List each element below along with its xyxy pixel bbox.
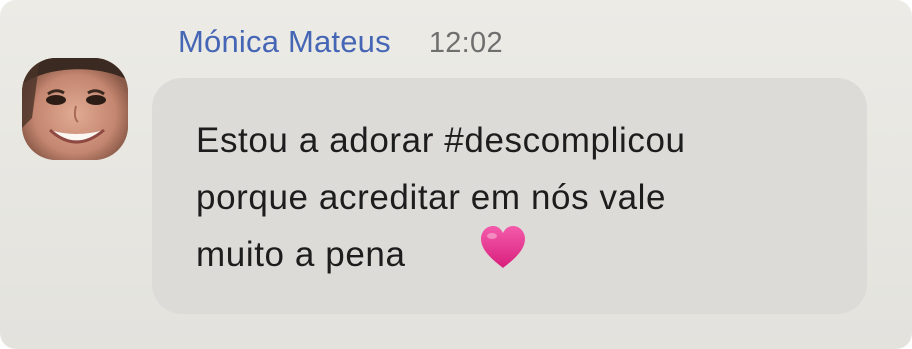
message-timestamp: 12:02 xyxy=(428,27,503,59)
sender-name[interactable]: Mónica Mateus xyxy=(178,24,391,60)
heart-icon xyxy=(481,226,525,268)
chat-screen: Mónica Mateus 12:02 Estou a adorar #desc… xyxy=(0,0,912,349)
message-header: Mónica Mateus 12:02 xyxy=(178,24,503,64)
avatar[interactable] xyxy=(22,58,128,160)
chat-message: Mónica Mateus 12:02 Estou a adorar #desc… xyxy=(0,0,912,349)
message-bubble[interactable]: Estou a adorar #descomplicou porque acre… xyxy=(152,78,867,314)
